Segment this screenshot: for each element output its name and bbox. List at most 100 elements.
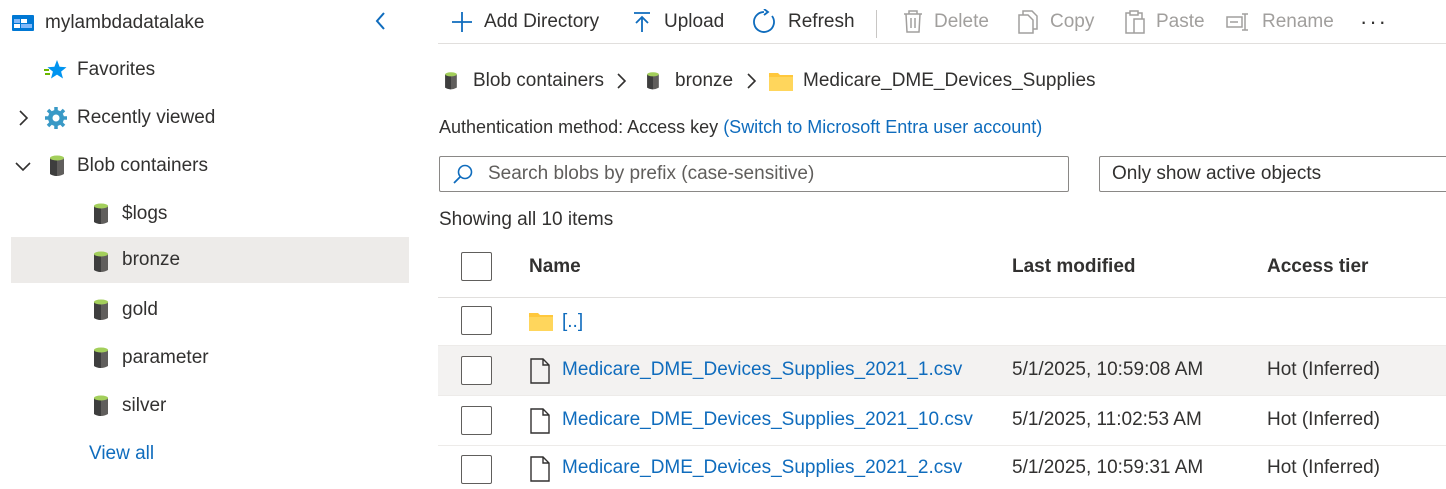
container-item-parameter[interactable]: parameter xyxy=(11,335,409,381)
dropdown-value: Only show active objects xyxy=(1112,163,1322,184)
row-checkbox[interactable] xyxy=(461,356,492,385)
upload-button[interactable]: Upload xyxy=(630,0,724,44)
auth-label: Authentication method: xyxy=(439,117,624,137)
blob-container-icon xyxy=(50,155,64,176)
last-modified: 5/1/2025, 10:59:08 AM xyxy=(1012,359,1204,380)
chevron-right-icon xyxy=(617,73,627,89)
sidebar-item-label: Favorites xyxy=(77,59,156,80)
column-header-access-tier[interactable]: Access tier xyxy=(1267,256,1368,278)
chevron-down-icon[interactable] xyxy=(13,156,33,176)
active-objects-dropdown[interactable]: Only show active objects xyxy=(1099,156,1446,192)
gear-icon xyxy=(45,107,67,129)
auth-method: Authentication method: Access key (Switc… xyxy=(439,117,1042,138)
file-icon xyxy=(530,358,550,384)
access-tier: Hot (Inferred) xyxy=(1267,359,1380,380)
container-label: silver xyxy=(122,395,167,416)
container-item-gold[interactable]: gold xyxy=(11,287,409,333)
paste-button[interactable]: Paste xyxy=(1122,0,1205,44)
rename-icon xyxy=(1226,13,1248,31)
view-all-row: View all xyxy=(11,431,409,477)
table-row-parent[interactable]: [..] xyxy=(438,298,1446,346)
breadcrumb-item-current-folder: Medicare_DME_Devices_Supplies xyxy=(769,62,1096,100)
trash-icon xyxy=(904,10,922,33)
last-modified: 5/1/2025, 11:02:53 AM xyxy=(1012,409,1202,430)
blob-container-icon xyxy=(94,299,108,320)
view-all-link[interactable]: View all xyxy=(89,443,154,465)
column-header-last-modified[interactable]: Last modified xyxy=(1012,256,1136,278)
auth-value: Access key xyxy=(627,117,719,137)
storage-account-name: mylambdadatalake xyxy=(45,12,205,33)
row-checkbox[interactable] xyxy=(461,406,492,435)
blob-container-icon xyxy=(647,72,659,90)
sidebar: mylambdadatalake Favorites Recently view… xyxy=(0,0,420,489)
refresh-icon xyxy=(753,9,775,33)
more-actions-button[interactable]: ··· xyxy=(1360,0,1388,44)
items-count: Showing all 10 items xyxy=(439,209,614,230)
access-tier: Hot (Inferred) xyxy=(1267,457,1380,478)
sidebar-item-favorites[interactable]: Favorites xyxy=(11,47,409,93)
delete-button[interactable]: Delete xyxy=(902,0,989,44)
copy-icon xyxy=(1018,10,1038,34)
table-row[interactable]: Medicare_DME_Devices_Supplies_2021_1.csv… xyxy=(438,346,1446,396)
copy-label: Copy xyxy=(1050,11,1095,32)
storage-account-icon xyxy=(12,15,34,31)
container-label: $logs xyxy=(122,203,168,224)
sidebar-item-label: Blob containers xyxy=(77,155,208,176)
table-header: Name Last modified Access tier xyxy=(438,240,1446,298)
toolbar-divider xyxy=(876,10,877,38)
breadcrumb-label: Medicare_DME_Devices_Supplies xyxy=(803,70,1096,91)
file-icon xyxy=(530,408,550,434)
chevron-right-icon xyxy=(747,73,757,89)
add-directory-button[interactable]: Add Directory xyxy=(450,0,599,44)
container-label: parameter xyxy=(122,347,209,368)
breadcrumb-item-bronze[interactable]: bronze xyxy=(643,62,733,100)
folder-icon xyxy=(769,73,793,91)
rename-label: Rename xyxy=(1262,11,1334,32)
search-input[interactable] xyxy=(488,163,1048,185)
search-icon xyxy=(453,164,473,184)
blob-container-icon xyxy=(94,347,108,368)
row-checkbox[interactable] xyxy=(461,455,492,484)
add-directory-label: Add Directory xyxy=(484,11,600,32)
row-checkbox[interactable] xyxy=(461,306,492,335)
access-tier: Hot (Inferred) xyxy=(1267,409,1380,430)
container-label: gold xyxy=(122,299,158,320)
blob-container-icon xyxy=(94,395,108,416)
table-row[interactable]: Medicare_DME_Devices_Supplies_2021_2.csv… xyxy=(438,446,1446,489)
paste-label: Paste xyxy=(1156,11,1205,32)
sidebar-item-recently-viewed[interactable]: Recently viewed xyxy=(11,95,409,141)
breadcrumb-item-blob-containers[interactable]: Blob containers xyxy=(441,62,604,100)
paste-icon xyxy=(1125,10,1145,34)
chevron-right-icon[interactable] xyxy=(13,108,33,128)
select-all-checkbox[interactable] xyxy=(461,252,492,281)
storage-account-row[interactable]: mylambdadatalake xyxy=(11,0,409,46)
delete-label: Delete xyxy=(934,11,989,32)
rename-button[interactable]: Rename xyxy=(1226,0,1334,44)
collapse-sidebar-icon[interactable] xyxy=(368,8,394,34)
file-name-link[interactable]: Medicare_DME_Devices_Supplies_2021_2.csv xyxy=(562,457,962,479)
file-name-link[interactable]: Medicare_DME_Devices_Supplies_2021_1.csv xyxy=(562,359,962,381)
refresh-button[interactable]: Refresh xyxy=(752,0,855,44)
container-item-logs[interactable]: $logs xyxy=(11,191,409,237)
blob-container-icon xyxy=(445,72,457,90)
copy-button[interactable]: Copy xyxy=(1016,0,1094,44)
switch-auth-link[interactable]: (Switch to Microsoft Entra user account) xyxy=(723,117,1042,137)
upload-icon xyxy=(634,12,650,32)
file-name-link[interactable]: Medicare_DME_Devices_Supplies_2021_10.cs… xyxy=(562,409,973,431)
breadcrumb-label: Blob containers xyxy=(473,70,604,91)
upload-label: Upload xyxy=(664,11,725,32)
toolbar: Add Directory Upload Refresh Delete Copy… xyxy=(438,0,1446,44)
container-item-bronze[interactable]: bronze xyxy=(11,237,409,283)
table-row[interactable]: Medicare_DME_Devices_Supplies_2021_10.cs… xyxy=(438,396,1446,446)
star-icon xyxy=(44,60,67,79)
parent-directory-link[interactable]: [..] xyxy=(562,311,583,333)
sidebar-item-blob-containers[interactable]: Blob containers xyxy=(11,143,409,189)
container-item-silver[interactable]: silver xyxy=(11,383,409,429)
folder-icon xyxy=(529,313,553,331)
column-header-name[interactable]: Name xyxy=(529,256,581,278)
sidebar-item-label: Recently viewed xyxy=(77,107,216,128)
blob-container-icon xyxy=(94,203,108,224)
last-modified: 5/1/2025, 10:59:31 AM xyxy=(1012,457,1204,478)
container-label: bronze xyxy=(122,249,181,270)
refresh-label: Refresh xyxy=(788,11,855,32)
